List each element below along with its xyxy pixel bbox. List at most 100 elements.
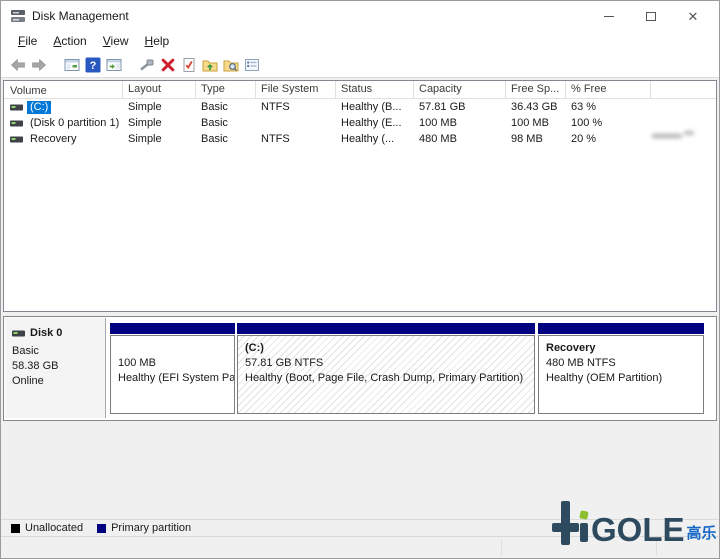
higole-chinese-text: 高乐 [687, 522, 717, 543]
properties-button[interactable] [241, 54, 262, 76]
document-check-icon [181, 57, 197, 73]
disk-type: Basic [12, 344, 99, 359]
folder-export-button[interactable] [199, 54, 220, 76]
cell-status: Healthy (E... [336, 117, 414, 129]
volume-name: (Disk 0 partition 1) [27, 117, 122, 130]
volume-name: Recovery [27, 133, 79, 146]
menu-file[interactable]: File [10, 32, 45, 51]
window-title: Disk Management [32, 9, 129, 23]
menu-help[interactable]: Help [137, 32, 178, 51]
cell-file-system: NTFS [256, 101, 336, 113]
cell-status: Healthy (B... [336, 101, 414, 113]
disk-size: 58.38 GB [12, 359, 99, 374]
maximize-icon [646, 12, 656, 21]
partition-status: Healthy (EFI System Pa [118, 371, 234, 386]
cell-free-space: 100 MB [506, 117, 566, 129]
cell-layout: Simple [123, 133, 196, 145]
help-icon: ? [85, 57, 101, 73]
column-header-type[interactable]: Type [196, 81, 256, 98]
partition-size: 57.81 GB NTFS [245, 356, 534, 371]
volume-icon [10, 104, 23, 111]
close-icon: ✕ [688, 10, 699, 23]
column-header-capacity[interactable]: Capacity [414, 81, 506, 98]
column-header-status[interactable]: Status [336, 81, 414, 98]
show-action-pane-button[interactable] [103, 54, 124, 76]
cell-capacity: 57.81 GB [414, 101, 506, 113]
legend-label-unallocated: Unallocated [25, 522, 83, 534]
higole-latin-text: GOLE [591, 514, 685, 545]
cell-layout: Simple [123, 117, 196, 129]
properties-icon [244, 57, 260, 73]
cell-layout: Simple [123, 101, 196, 113]
menu-view[interactable]: View [95, 32, 137, 51]
blurred-watermark [652, 130, 694, 141]
disk0-info-box[interactable]: Disk 0 Basic 58.38 GB Online [5, 318, 106, 418]
column-header-file-system[interactable]: File System [256, 81, 336, 98]
cell-pct-free: 20 % [566, 133, 651, 145]
column-header-volume[interactable]: Volume [4, 81, 123, 98]
partition-status: Healthy (OEM Partition) [546, 371, 703, 386]
partition-title: Recovery [546, 341, 703, 356]
disk-name: Disk 0 [30, 326, 62, 341]
partition-recovery[interactable]: Recovery 480 MB NTFS Healthy (OEM Partit… [538, 323, 704, 415]
title-bar: Disk Management ✕ [1, 1, 719, 31]
delete-volume-button[interactable] [157, 54, 178, 76]
caption-buttons: ✕ [588, 1, 714, 31]
cell-capacity: 100 MB [414, 117, 506, 129]
forward-button[interactable] [28, 54, 49, 76]
minimize-icon [604, 16, 614, 17]
mark-partition-button[interactable] [178, 54, 199, 76]
cell-capacity: 480 MB [414, 133, 506, 145]
volume-icon [10, 120, 23, 127]
higole-logo: GOLE 高乐 [552, 495, 717, 545]
volume-row-recovery[interactable]: Recovery Simple Basic NTFS Healthy (... … [4, 131, 716, 147]
delete-x-icon [160, 57, 176, 73]
partition-c-drive[interactable]: (C:) 57.81 GB NTFS Healthy (Boot, Page F… [237, 323, 535, 415]
volume-row-disk0-partition1[interactable]: (Disk 0 partition 1) Simple Basic Health… [4, 115, 716, 131]
folder-search-button[interactable] [220, 54, 241, 76]
action-pane-icon [106, 57, 122, 73]
partition-size: 100 MB [118, 356, 234, 371]
show-console-tree-button[interactable] [61, 54, 82, 76]
close-button[interactable]: ✕ [672, 1, 714, 31]
minimize-button[interactable] [588, 1, 630, 31]
column-header-pct-free[interactable]: % Free [566, 81, 651, 98]
back-arrow-icon [10, 57, 26, 73]
volume-row-c[interactable]: (C:) Simple Basic NTFS Healthy (B... 57.… [4, 99, 716, 115]
partition-title [118, 341, 234, 356]
menu-bar: File Action View Help [1, 31, 719, 52]
screwdriver-icon [139, 57, 155, 73]
cell-free-space: 36.43 GB [506, 101, 566, 113]
folder-up-arrow-icon [202, 57, 218, 73]
toolbar: ? [1, 52, 719, 78]
maximize-button[interactable] [630, 1, 672, 31]
legend-swatch-unallocated [11, 524, 20, 533]
partition-efi-system[interactable]: 100 MB Healthy (EFI System Pa [110, 323, 235, 415]
volume-icon [10, 136, 23, 143]
disk-status: Online [12, 374, 99, 389]
help-button[interactable]: ? [82, 54, 103, 76]
partition-title: (C:) [245, 341, 534, 356]
volume-list-header: Volume Layout Type File System Status Ca… [4, 81, 716, 99]
disk-management-window: Disk Management ✕ File Action View Help [0, 0, 720, 559]
menu-action[interactable]: Action [45, 32, 94, 51]
partition-type-bar [538, 323, 704, 334]
column-header-filler [651, 81, 716, 98]
cell-pct-free: 63 % [566, 101, 651, 113]
forward-arrow-icon [31, 57, 47, 73]
higole-i-glyph [580, 511, 590, 545]
legend-swatch-primary-partition [97, 524, 106, 533]
column-header-layout[interactable]: Layout [123, 81, 196, 98]
disk-icon [12, 330, 25, 337]
back-button[interactable] [7, 54, 28, 76]
disk-graph-panel: Disk 0 Basic 58.38 GB Online 100 MB Heal… [3, 316, 717, 421]
legend-label-primary-partition: Primary partition [111, 522, 191, 534]
partition-status: Healthy (Boot, Page File, Crash Dump, Pr… [245, 371, 534, 386]
cell-type: Basic [196, 101, 256, 113]
cell-free-space: 98 MB [506, 133, 566, 145]
column-header-free-space[interactable]: Free Sp... [506, 81, 566, 98]
disk-tool-button[interactable] [136, 54, 157, 76]
disk-management-app-icon [10, 9, 26, 23]
status-bar-divider [501, 540, 502, 555]
svg-text:?: ? [89, 60, 96, 72]
